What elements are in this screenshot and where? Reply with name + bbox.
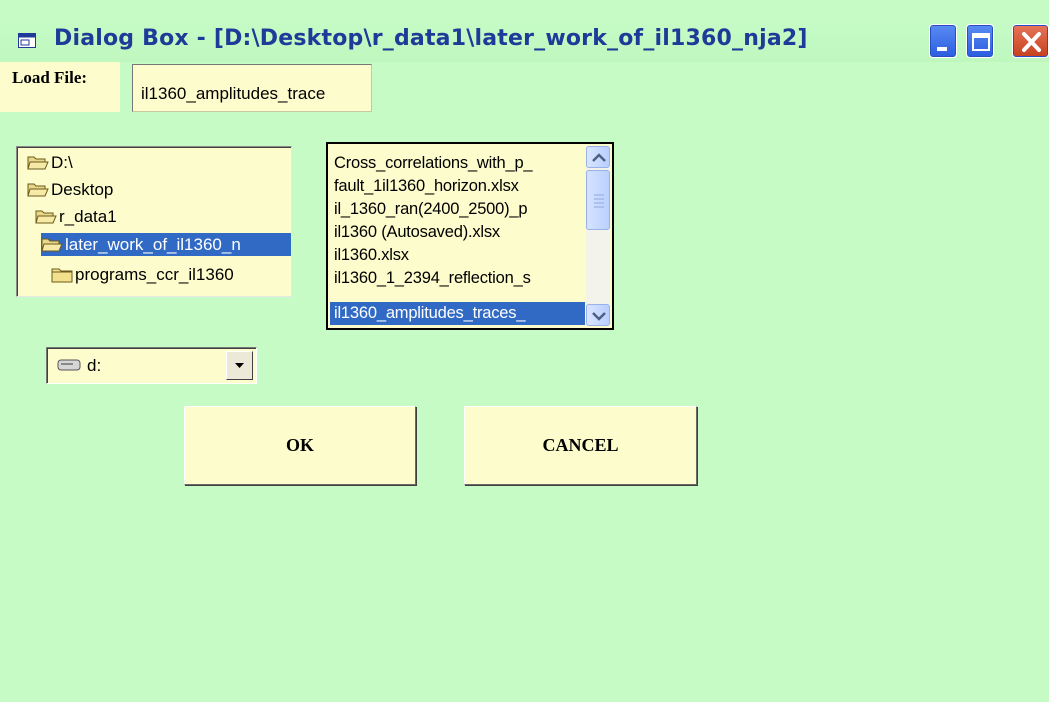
directory-list[interactable]: D:\ Desktop r_data1 later_work_of_il1360… (16, 146, 292, 297)
open-folder-icon (27, 156, 49, 170)
dir-item-label: D:\ (51, 152, 73, 172)
close-button[interactable] (1012, 24, 1049, 58)
dir-item-label: Desktop (51, 179, 114, 199)
dir-item-r-data1[interactable]: r_data1 (35, 205, 117, 228)
dir-item-later-work[interactable]: later_work_of_il1360_n (41, 233, 291, 256)
dir-item-label: r_data1 (59, 206, 117, 226)
open-folder-icon (35, 210, 57, 224)
chevron-down-icon (592, 312, 606, 321)
drive-select[interactable]: d: (46, 347, 257, 384)
chevron-up-icon (592, 153, 606, 162)
open-folder-icon (41, 238, 63, 252)
open-folder-icon (27, 183, 49, 197)
load-file-input[interactable] (132, 64, 372, 112)
window-icon[interactable] (18, 33, 36, 48)
drive-dropdown-button[interactable] (226, 351, 253, 380)
ok-button[interactable]: OK (184, 406, 416, 485)
window-title: Dialog Box - [D:\Desktop\r_data1\later_w… (54, 26, 808, 51)
file-item[interactable]: il1360.xlsx (334, 244, 589, 267)
scroll-up-button[interactable] (586, 146, 610, 168)
cancel-button[interactable]: CANCEL (464, 406, 697, 485)
grip-icon (594, 194, 604, 208)
drive-icon (57, 359, 81, 371)
load-file-label: Load File: (0, 62, 120, 112)
file-list-scrollbar[interactable] (586, 146, 610, 326)
file-item[interactable]: il_1360_ran(2400_2500)_p (334, 198, 589, 221)
title-bar[interactable]: Dialog Box - [D:\Desktop\r_data1\later_w… (0, 0, 1049, 62)
dir-item-programs[interactable]: programs_ccr_il1360 (51, 263, 234, 286)
dir-item-root[interactable]: D:\ (27, 151, 73, 174)
scroll-down-button[interactable] (586, 304, 610, 326)
file-list[interactable]: Cross_correlations_with_p_ fault_1il1360… (326, 142, 614, 330)
dir-item-desktop[interactable]: Desktop (27, 178, 113, 201)
file-item[interactable]: fault_1il1360_horizon.xlsx (334, 175, 589, 198)
maximize-button[interactable] (966, 24, 994, 58)
dir-item-label: programs_ccr_il1360 (75, 264, 234, 284)
file-item[interactable]: il1360 (Autosaved).xlsx (334, 221, 589, 244)
minimize-button[interactable] (929, 24, 957, 58)
drive-value: d: (87, 356, 102, 375)
file-item[interactable]: Cross_correlations_with_p_ (334, 152, 589, 175)
file-item-selected[interactable]: il1360_amplitudes_traces_ (330, 302, 585, 325)
chevron-down-icon (235, 363, 244, 368)
file-item[interactable]: il1360_1_2394_reflection_s (334, 267, 589, 290)
close-icon (1022, 32, 1041, 52)
closed-folder-icon (51, 268, 73, 283)
dir-item-label: later_work_of_il1360_n (65, 234, 241, 254)
minimize-icon (937, 47, 947, 51)
scroll-thumb[interactable] (586, 170, 610, 230)
maximize-icon (972, 33, 990, 51)
